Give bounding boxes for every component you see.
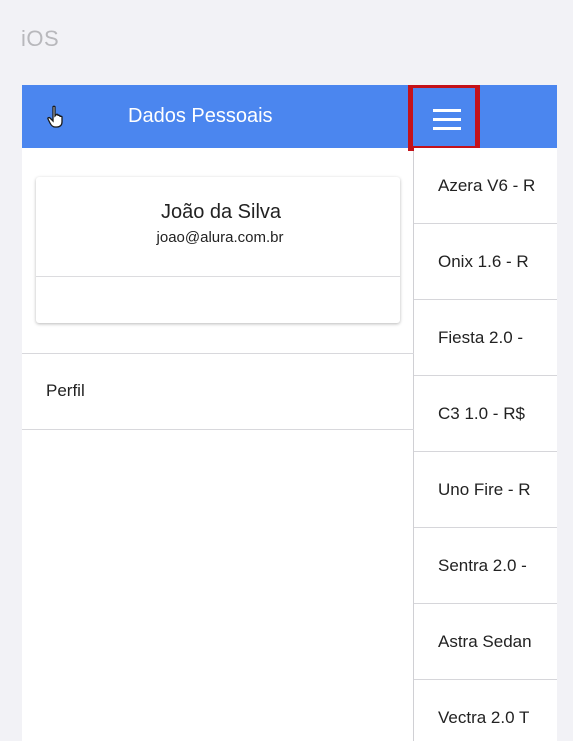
list-item[interactable]: Fiesta 2.0 - bbox=[414, 300, 557, 376]
profile-info: João da Silva joao@alura.com.br bbox=[36, 177, 400, 277]
list-item[interactable]: Uno Fire - R bbox=[414, 452, 557, 528]
main-header bbox=[408, 85, 557, 151]
list-item-label: Onix 1.6 - R bbox=[438, 252, 529, 271]
menu-item-label: Perfil bbox=[46, 381, 85, 400]
list-item-label: Vectra 2.0 T bbox=[438, 708, 530, 727]
list-item-label: Uno Fire - R bbox=[438, 480, 531, 499]
list-item[interactable]: Azera V6 - R bbox=[414, 148, 557, 224]
app-screen: Dados Pessoais João da Silva joao@alura.… bbox=[22, 85, 557, 741]
list-item-label: Fiesta 2.0 - bbox=[438, 328, 524, 347]
user-email: joao@alura.com.br bbox=[156, 229, 284, 246]
side-menu: Dados Pessoais João da Silva joao@alura.… bbox=[22, 85, 414, 741]
list-item-label: Sentra 2.0 - bbox=[438, 556, 527, 575]
user-name: João da Silva bbox=[160, 201, 282, 223]
hamburger-menu-button[interactable] bbox=[408, 85, 480, 151]
list-item[interactable]: C3 1.0 - R$ bbox=[414, 376, 557, 452]
hand-cursor-icon bbox=[47, 105, 63, 128]
platform-label: iOS bbox=[21, 26, 60, 51]
hamburger-icon bbox=[433, 109, 461, 131]
list-item-label: Azera V6 - R bbox=[438, 176, 536, 195]
list-item-label: Astra Sedan bbox=[438, 632, 532, 651]
list-item[interactable]: Sentra 2.0 - bbox=[414, 528, 557, 604]
car-list: Azera V6 - R Onix 1.6 - R Fiesta 2.0 - C… bbox=[414, 148, 557, 741]
menu-title: Dados Pessoais bbox=[128, 105, 273, 127]
list-item[interactable]: Onix 1.6 - R bbox=[414, 224, 557, 300]
menu-item-perfil[interactable]: Perfil bbox=[22, 354, 414, 430]
profile-card: João da Silva joao@alura.com.br bbox=[36, 177, 400, 323]
list-item[interactable]: Astra Sedan bbox=[414, 604, 557, 680]
list-item-label: C3 1.0 - R$ bbox=[438, 404, 525, 423]
list-item[interactable]: Vectra 2.0 T bbox=[414, 680, 557, 741]
menu-header: Dados Pessoais bbox=[22, 85, 414, 148]
